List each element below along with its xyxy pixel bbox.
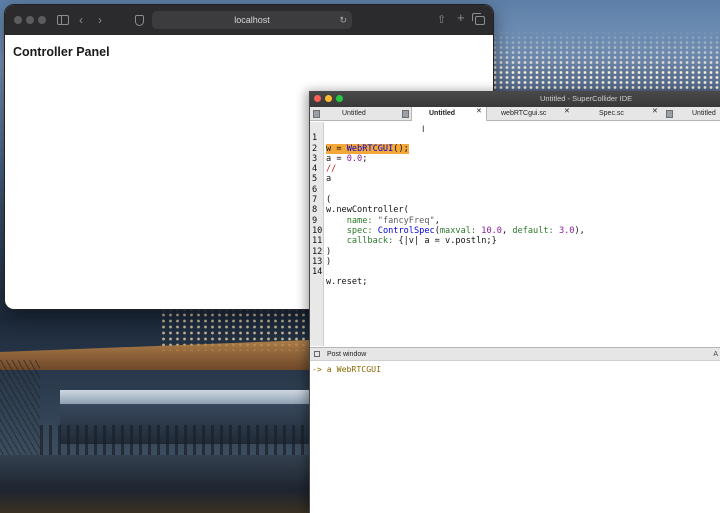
- code-text: name: "fancyFreq",: [346, 215, 440, 226]
- shield-icon[interactable]: [135, 15, 144, 26]
- ide-titlebar: Untitled - SuperCollider IDE: [310, 91, 720, 107]
- zoom-window-button[interactable]: [38, 16, 46, 24]
- close-icon[interactable]: ✕: [564, 107, 570, 115]
- code-text: spec: ControlSpec(maxval: 10.0, default:…: [346, 225, 585, 236]
- forward-icon[interactable]: ›: [98, 13, 102, 27]
- code-line: 10 callback: {|v| a = v.postln;}: [310, 216, 497, 246]
- document-icon: [402, 110, 409, 118]
- plaza-ground: [0, 455, 310, 513]
- bare-tree: [0, 360, 40, 460]
- ide-title: Untitled - SuperCollider IDE: [540, 94, 633, 103]
- tab-spec-sc[interactable]: Spec.sc: [599, 107, 624, 121]
- document-icon: [313, 110, 320, 118]
- address-bar[interactable]: localhost ↻: [152, 11, 352, 29]
- minimize-window-button[interactable]: [26, 16, 34, 24]
- code-line: 8 name: "fancyFreq",: [310, 195, 440, 225]
- post-output: -> a WebRTCGUI: [312, 364, 382, 374]
- ide-minimize-button[interactable]: [325, 95, 332, 102]
- post-window-header: Post window A: [310, 347, 720, 361]
- code-text: w.reset;: [326, 277, 368, 288]
- code-line: 7 w.newController(: [310, 185, 409, 215]
- line-number: 14: [312, 267, 323, 278]
- code-line: 11 ): [310, 226, 341, 256]
- share-icon[interactable]: ⇧: [437, 13, 446, 27]
- code-line: 6 (: [310, 175, 341, 205]
- ide-zoom-button[interactable]: [336, 95, 343, 102]
- code-line: 5: [310, 164, 341, 184]
- browser-toolbar: ‹ › localhost ↻ ⇧ +: [5, 5, 493, 35]
- post-window-corner[interactable]: A: [713, 348, 718, 361]
- new-tab-icon[interactable]: +: [457, 11, 465, 25]
- ide-close-button[interactable]: [314, 95, 321, 102]
- code-line: 13: [310, 247, 341, 267]
- code-line: 4 a: [310, 154, 341, 184]
- code-line: 3 //: [310, 144, 341, 174]
- close-icon[interactable]: ✕: [476, 107, 482, 115]
- supercollider-ide-window: Untitled - SuperCollider IDE Untitled Un…: [309, 91, 720, 513]
- code-line: 14 w.reset;: [310, 257, 367, 287]
- post-window-label: Post window: [327, 351, 367, 358]
- text-cursor-icon: I: [422, 124, 425, 134]
- page-title: Controller Panel: [13, 45, 110, 59]
- code-line: 2 a = 0.0;: [310, 133, 367, 164]
- close-icon[interactable]: ✕: [652, 107, 658, 115]
- post-window-icon: [314, 351, 320, 357]
- tab-untitled-3[interactable]: Untitled: [692, 107, 716, 121]
- code-line: 9 spec: ControlSpec(maxval: 10.0, defaul…: [310, 205, 585, 236]
- code-text: callback: {|v| a = v.postln;}: [346, 236, 497, 247]
- roof: [0, 340, 310, 370]
- document-icon: [666, 110, 673, 118]
- url-text: localhost: [234, 15, 270, 25]
- footbridge: [60, 390, 310, 404]
- tab-overview-icon[interactable]: [472, 13, 485, 25]
- post-window[interactable]: -> a WebRTCGUI: [310, 362, 720, 513]
- code-editor[interactable]: 1 w = WebRTCGUI(); 2 a = 0.0; 3 // 4 a 5…: [310, 122, 720, 346]
- tab-untitled-1[interactable]: Untitled: [342, 107, 366, 121]
- tab-webrtcgui-sc[interactable]: webRTCgui.sc: [501, 107, 546, 121]
- code-line: 1 w = WebRTCGUI();: [310, 123, 409, 154]
- code-line: 12 ): [310, 236, 341, 267]
- editor-tab-bar: Untitled Untitled ✕ webRTCgui.sc ✕ Spec.…: [310, 107, 720, 121]
- reload-icon[interactable]: ↻: [339, 11, 347, 29]
- back-icon[interactable]: ‹: [79, 13, 83, 27]
- sidebar-icon[interactable]: [57, 15, 69, 25]
- close-window-button[interactable]: [14, 16, 22, 24]
